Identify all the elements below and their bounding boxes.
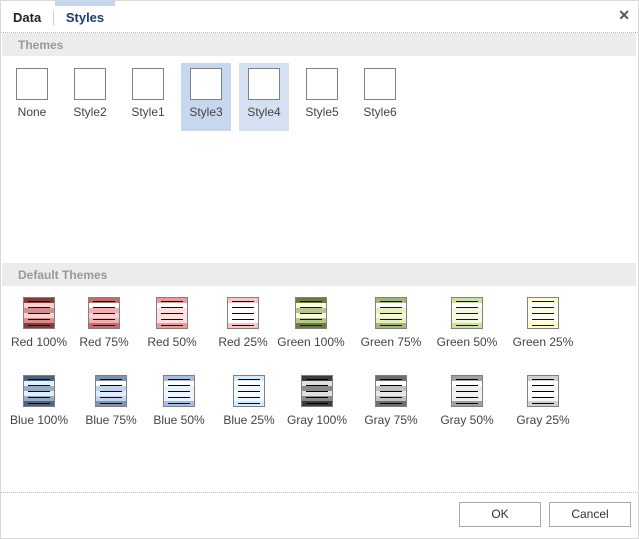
default-theme-label: Blue 50% — [153, 413, 205, 427]
default-theme-label: Green 75% — [360, 335, 422, 349]
theme-preview-icon — [248, 68, 280, 100]
default-theme-label: Red 50% — [147, 335, 197, 349]
footer-divider — [1, 492, 638, 493]
theme-item[interactable]: Style1 — [123, 63, 173, 131]
default-theme-item[interactable]: Green 75% — [353, 297, 429, 349]
theme-label: Style6 — [363, 105, 397, 119]
cancel-button[interactable]: Cancel — [549, 502, 631, 527]
default-theme-item[interactable]: Green 50% — [429, 297, 505, 349]
tab-data[interactable]: Data — [13, 1, 41, 32]
theme-label: Style2 — [73, 105, 107, 119]
default-theme-label: Gray 100% — [286, 413, 348, 427]
table-style-swatch-icon — [301, 375, 333, 407]
default-theme-item[interactable]: Blue 100% — [1, 375, 77, 427]
theme-item[interactable]: Style4 — [239, 63, 289, 131]
tab-styles[interactable]: Styles — [55, 1, 115, 32]
theme-item[interactable]: Style6 — [355, 63, 405, 131]
default-theme-label: Blue 100% — [9, 413, 69, 427]
ok-button[interactable]: OK — [459, 502, 541, 527]
default-theme-item[interactable]: Green 100% — [273, 297, 349, 349]
table-style-swatch-icon — [233, 375, 265, 407]
theme-item[interactable]: Style2 — [65, 63, 115, 131]
theme-item[interactable]: Style3 — [181, 63, 231, 131]
theme-preview-icon — [132, 68, 164, 100]
theme-preview-icon — [364, 68, 396, 100]
default-theme-label: Red 25% — [218, 335, 268, 349]
default-theme-label: Red 75% — [79, 335, 129, 349]
default-themes-section-header: Default Themes — [2, 263, 636, 286]
default-theme-label: Green 25% — [512, 335, 574, 349]
table-style-swatch-icon — [23, 375, 55, 407]
table-style-swatch-icon — [227, 297, 259, 329]
default-theme-item[interactable]: Gray 50% — [429, 375, 505, 427]
theme-label: Style3 — [189, 105, 223, 119]
default-theme-item[interactable]: Red 50% — [134, 297, 210, 349]
table-style-swatch-icon — [451, 375, 483, 407]
table-style-swatch-icon — [451, 297, 483, 329]
default-theme-item[interactable]: Blue 50% — [141, 375, 217, 427]
default-theme-label: Green 50% — [436, 335, 498, 349]
table-style-swatch-icon — [23, 297, 55, 329]
theme-label: Style5 — [305, 105, 339, 119]
default-theme-label: Blue 25% — [223, 413, 275, 427]
default-theme-item[interactable]: Gray 100% — [279, 375, 355, 427]
table-style-swatch-icon — [88, 297, 120, 329]
default-theme-item[interactable]: Green 25% — [505, 297, 581, 349]
default-theme-label: Blue 75% — [85, 413, 137, 427]
default-theme-item[interactable]: Gray 25% — [505, 375, 581, 427]
default-theme-label: Gray 75% — [364, 413, 418, 427]
default-theme-label: Green 100% — [277, 335, 345, 349]
theme-preview-icon — [16, 68, 48, 100]
theme-label: None — [17, 105, 47, 119]
table-style-swatch-icon — [163, 375, 195, 407]
table-style-swatch-icon — [375, 375, 407, 407]
theme-item[interactable]: Style5 — [297, 63, 347, 131]
table-style-swatch-icon — [527, 297, 559, 329]
theme-preview-icon — [190, 68, 222, 100]
default-theme-item[interactable]: Red 75% — [66, 297, 142, 349]
default-theme-item[interactable]: Gray 75% — [353, 375, 429, 427]
tab-bar: Data Styles ✕ — [1, 1, 638, 33]
default-theme-item[interactable]: Blue 75% — [73, 375, 149, 427]
themes-section-header: Themes — [2, 33, 636, 56]
table-style-swatch-icon — [295, 297, 327, 329]
theme-preview-icon — [74, 68, 106, 100]
default-theme-label: Gray 50% — [440, 413, 494, 427]
default-theme-item[interactable]: Blue 25% — [211, 375, 287, 427]
theme-label: Style4 — [247, 105, 281, 119]
default-theme-item[interactable]: Red 25% — [205, 297, 281, 349]
tab-separator — [53, 11, 54, 25]
default-theme-label: Gray 25% — [516, 413, 570, 427]
styles-dialog: Data Styles ✕ Themes None Style2 Style1 Sty… — [0, 0, 639, 539]
table-style-swatch-icon — [375, 297, 407, 329]
close-icon[interactable]: ✕ — [618, 7, 630, 24]
theme-label: Style1 — [131, 105, 165, 119]
table-style-swatch-icon — [156, 297, 188, 329]
theme-item[interactable]: None — [7, 63, 57, 131]
table-style-swatch-icon — [527, 375, 559, 407]
table-style-swatch-icon — [95, 375, 127, 407]
theme-preview-icon — [306, 68, 338, 100]
